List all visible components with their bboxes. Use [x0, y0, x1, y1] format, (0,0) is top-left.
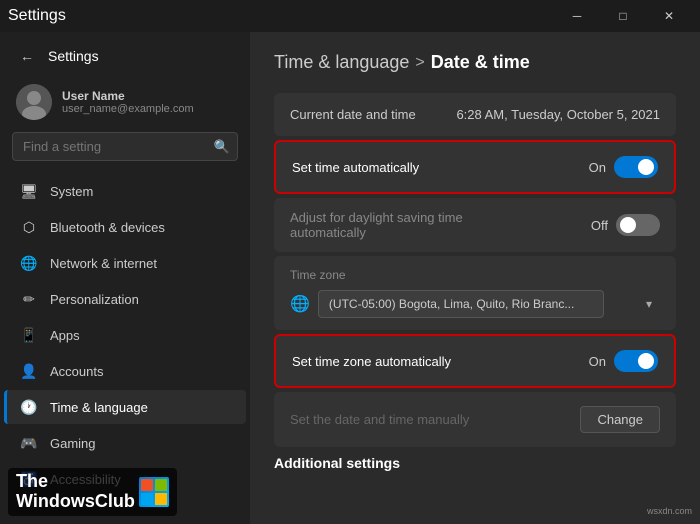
nav-gaming-label: Gaming	[50, 436, 96, 451]
timezone-toggle-thumb	[638, 353, 654, 369]
manual-label: Set the date and time manually	[290, 412, 469, 427]
nav-network[interactable]: 🌐 Network & internet	[4, 246, 246, 280]
set-time-auto-state: On	[589, 160, 606, 175]
current-date-label: Current date and time	[290, 107, 416, 122]
nav-accounts-label: Accounts	[50, 364, 103, 379]
timezone-select-wrapper: (UTC-05:00) Bogota, Lima, Quito, Rio Bra…	[318, 290, 660, 318]
set-time-auto-toggle[interactable]	[614, 156, 658, 178]
set-time-auto-label: Set time automatically	[292, 160, 419, 175]
nav-bluetooth-label: Bluetooth & devices	[50, 220, 165, 235]
sidebar-header: ← Settings	[0, 32, 250, 76]
change-button[interactable]: Change	[580, 406, 660, 433]
maximize-button[interactable]: □	[600, 0, 646, 32]
bluetooth-icon: ⬡	[20, 218, 38, 236]
daylight-label: Adjust for daylight saving timeautomatic…	[290, 210, 463, 240]
timezone-globe-icon: 🌐	[290, 294, 310, 314]
timezone-label: Time zone	[290, 268, 660, 282]
app-body: ← Settings User Name user_name@example.c…	[0, 32, 700, 524]
back-button[interactable]: ←	[16, 44, 38, 68]
titlebar-controls: ─ □ ✕	[554, 0, 692, 32]
nav-time-label: Time & language	[50, 400, 148, 415]
watermark-url: wsxdn.com	[647, 506, 692, 516]
watermark: The WindowsClub	[8, 468, 177, 516]
set-timezone-auto-row: Set time zone automatically On	[274, 334, 676, 388]
timezone-label-text: Time zone	[290, 268, 346, 282]
current-date-value: 6:28 AM, Tuesday, October 5, 2021	[456, 107, 660, 122]
watermark-line2: WindowsClub	[16, 492, 135, 512]
toggle-thumb	[638, 159, 654, 175]
apps-icon: 📱	[20, 326, 38, 344]
titlebar-left: Settings	[8, 7, 66, 25]
nav-network-label: Network & internet	[50, 256, 157, 271]
gaming-icon: 🎮	[20, 434, 38, 452]
search-box: 🔍	[12, 132, 238, 161]
current-datetime-row: Current date and time 6:28 AM, Tuesday, …	[274, 93, 676, 136]
watermark-line1: The	[16, 472, 135, 492]
set-timezone-auto-toggle[interactable]	[614, 350, 658, 372]
sidebar: ← Settings User Name user_name@example.c…	[0, 32, 250, 524]
accounts-icon: 👤	[20, 362, 38, 380]
search-input[interactable]	[12, 132, 238, 161]
minimize-button[interactable]: ─	[554, 0, 600, 32]
manual-row: Set the date and time manually Change	[274, 392, 676, 447]
additional-settings-label: Additional settings	[274, 455, 676, 471]
timezone-select-row: 🌐 (UTC-05:00) Bogota, Lima, Quito, Rio B…	[290, 290, 660, 318]
timezone-section: Time zone 🌐 (UTC-05:00) Bogota, Lima, Qu…	[274, 256, 676, 330]
nav-apps-label: Apps	[50, 328, 80, 343]
nav-accounts[interactable]: 👤 Accounts	[4, 354, 246, 388]
nav-time[interactable]: 🕐 Time & language	[4, 390, 246, 424]
main-content: Time & language > Date & time Current da…	[250, 32, 700, 524]
set-timezone-auto-group: On	[589, 350, 658, 372]
nav-apps[interactable]: 📱 Apps	[4, 318, 246, 352]
time-icon: 🕐	[20, 398, 38, 416]
search-icon: 🔍	[214, 139, 230, 155]
breadcrumb-separator: >	[415, 54, 424, 72]
user-section: User Name user_name@example.com	[0, 76, 250, 132]
sidebar-app-title: Settings	[48, 48, 99, 64]
set-timezone-auto-label: Set time zone automatically	[292, 354, 451, 369]
nav-bluetooth[interactable]: ⬡ Bluetooth & devices	[4, 210, 246, 244]
close-button[interactable]: ✕	[646, 0, 692, 32]
user-info: User Name user_name@example.com	[62, 89, 194, 115]
network-icon: 🌐	[20, 254, 38, 272]
user-email: user_name@example.com	[62, 103, 194, 115]
daylight-thumb	[620, 217, 636, 233]
timezone-dropdown[interactable]: (UTC-05:00) Bogota, Lima, Quito, Rio Bra…	[318, 290, 604, 318]
nav-system-label: System	[50, 184, 93, 199]
nav-personalization-label: Personalization	[50, 292, 139, 307]
nav-system[interactable]: 🖥 System	[4, 174, 246, 208]
watermark-logo	[139, 477, 169, 507]
system-icon: 🖥	[20, 182, 38, 200]
daylight-row: Adjust for daylight saving timeautomatic…	[274, 198, 676, 252]
user-name: User Name	[62, 89, 194, 103]
nav-gaming[interactable]: 🎮 Gaming	[4, 426, 246, 460]
nav-personalization[interactable]: ✏ Personalization	[4, 282, 246, 316]
breadcrumb: Time & language > Date & time	[274, 52, 676, 73]
avatar	[16, 84, 52, 120]
titlebar-title: Settings	[8, 7, 66, 25]
titlebar: Settings ─ □ ✕	[0, 0, 700, 32]
set-time-auto-row: Set time automatically On	[274, 140, 676, 194]
breadcrumb-parent: Time & language	[274, 52, 409, 73]
daylight-state: Off	[591, 218, 608, 233]
breadcrumb-current: Date & time	[431, 52, 530, 73]
set-timezone-auto-state: On	[589, 354, 606, 369]
daylight-toggle[interactable]	[616, 214, 660, 236]
set-time-auto-group: On	[589, 156, 658, 178]
personalization-icon: ✏	[20, 290, 38, 308]
daylight-group: Off	[591, 214, 660, 236]
